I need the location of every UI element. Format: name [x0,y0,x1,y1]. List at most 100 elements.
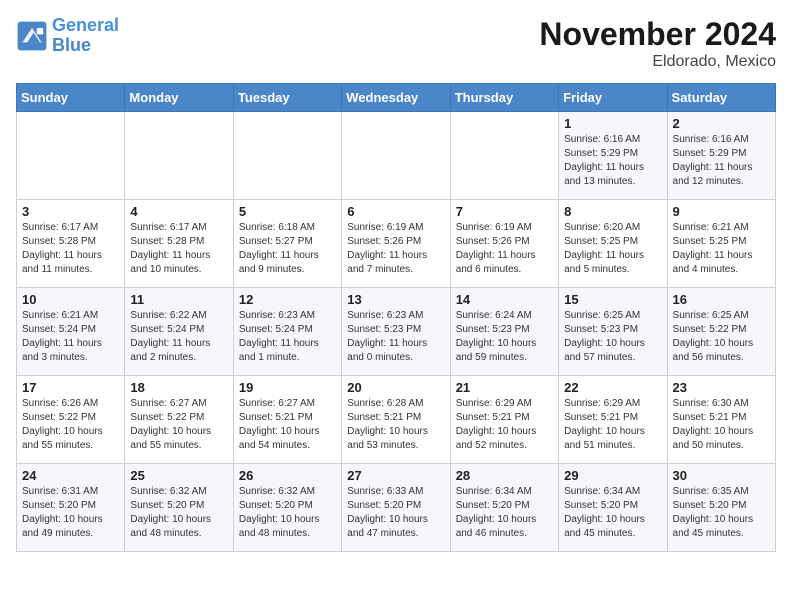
day-info: Sunrise: 6:32 AM Sunset: 5:20 PM Dayligh… [130,485,227,541]
day-info: Sunrise: 6:23 AM Sunset: 5:24 PM Dayligh… [239,309,336,365]
calendar-cell: 28 Sunrise: 6:34 AM Sunset: 5:20 PM Dayli… [450,464,558,552]
day-number: 27 [347,468,444,483]
day-number: 9 [673,204,770,219]
calendar-cell: 30 Sunrise: 6:35 AM Sunset: 5:20 PM Dayli… [667,464,775,552]
day-info: Sunrise: 6:32 AM Sunset: 5:20 PM Dayligh… [239,485,336,541]
day-number: 8 [564,204,661,219]
day-number: 4 [130,204,227,219]
day-info: Sunrise: 6:16 AM Sunset: 5:29 PM Dayligh… [673,133,770,189]
day-info: Sunrise: 6:34 AM Sunset: 5:20 PM Dayligh… [456,485,553,541]
calendar-cell: 7Sunrise: 6:19 AM Sunset: 5:26 PM Daylig… [450,200,558,288]
day-info: Sunrise: 6:18 AM Sunset: 5:27 PM Dayligh… [239,221,336,277]
calendar-cell: 16Sunrise: 6:25 AM Sunset: 5:22 PM Dayli… [667,288,775,376]
calendar-cell: 12 Sunrise: 6:23 AM Sunset: 5:24 PM Dayli… [233,288,341,376]
calendar-cell: 14Sunrise: 6:24 AM Sunset: 5:23 PM Dayli… [450,288,558,376]
day-number: 2 [673,116,770,131]
calendar-cell [342,112,450,200]
day-number: 25 [130,468,227,483]
day-number: 5 [239,204,336,219]
calendar-cell: 10 Sunrise: 6:21 AM Sunset: 5:24 PM Dayli… [17,288,125,376]
calendar-cell: 2 Sunrise: 6:16 AM Sunset: 5:29 PM Daylig… [667,112,775,200]
weekday-header-friday: Friday [559,84,667,112]
day-info: Sunrise: 6:29 AM Sunset: 5:21 PM Dayligh… [564,397,661,453]
calendar-cell: 1 Sunrise: 6:16 AM Sunset: 5:29 PM Daylig… [559,112,667,200]
day-number: 3 [22,204,119,219]
day-number: 20 [347,380,444,395]
calendar-cell: 25 Sunrise: 6:32 AM Sunset: 5:20 PM Dayli… [125,464,233,552]
week-row-1: 1 Sunrise: 6:16 AM Sunset: 5:29 PM Daylig… [17,112,776,200]
weekday-header-thursday: Thursday [450,84,558,112]
day-number: 15 [564,292,661,307]
calendar-cell [17,112,125,200]
day-number: 10 [22,292,119,307]
day-number: 28 [456,468,553,483]
calendar-cell: 29Sunrise: 6:34 AM Sunset: 5:20 PM Dayli… [559,464,667,552]
day-number: 23 [673,380,770,395]
day-number: 17 [22,380,119,395]
day-info: Sunrise: 6:19 AM Sunset: 5:26 PM Dayligh… [347,221,444,277]
calendar-cell: 3 Sunrise: 6:17 AM Sunset: 5:28 PM Daylig… [17,200,125,288]
calendar-cell [125,112,233,200]
calendar-cell [450,112,558,200]
day-info: Sunrise: 6:23 AM Sunset: 5:23 PM Dayligh… [347,309,444,365]
calendar-cell: 21Sunrise: 6:29 AM Sunset: 5:21 PM Dayli… [450,376,558,464]
day-info: Sunrise: 6:35 AM Sunset: 5:20 PM Dayligh… [673,485,770,541]
day-number: 18 [130,380,227,395]
day-number: 6 [347,204,444,219]
calendar-cell: 4 Sunrise: 6:17 AM Sunset: 5:28 PM Daylig… [125,200,233,288]
calendar-table: SundayMondayTuesdayWednesdayThursdayFrid… [16,83,776,552]
week-row-2: 3 Sunrise: 6:17 AM Sunset: 5:28 PM Daylig… [17,200,776,288]
day-number: 12 [239,292,336,307]
week-row-5: 24Sunrise: 6:31 AM Sunset: 5:20 PM Dayli… [17,464,776,552]
calendar-cell: 11 Sunrise: 6:22 AM Sunset: 5:24 PM Dayli… [125,288,233,376]
calendar-cell: 26 Sunrise: 6:32 AM Sunset: 5:20 PM Dayli… [233,464,341,552]
day-number: 11 [130,292,227,307]
calendar-cell: 9 Sunrise: 6:21 AM Sunset: 5:25 PM Daylig… [667,200,775,288]
day-info: Sunrise: 6:27 AM Sunset: 5:22 PM Dayligh… [130,397,227,453]
calendar-cell: 22 Sunrise: 6:29 AM Sunset: 5:21 PM Dayli… [559,376,667,464]
calendar-cell: 19 Sunrise: 6:27 AM Sunset: 5:21 PM Dayli… [233,376,341,464]
day-number: 30 [673,468,770,483]
calendar-cell [233,112,341,200]
logo-line2: Blue [52,35,91,55]
day-info: Sunrise: 6:25 AM Sunset: 5:23 PM Dayligh… [564,309,661,365]
day-number: 14 [456,292,553,307]
title-area: November 2024 Eldorado, Mexico [539,16,776,71]
weekday-header-sunday: Sunday [17,84,125,112]
day-number: 1 [564,116,661,131]
calendar-cell: 24Sunrise: 6:31 AM Sunset: 5:20 PM Dayli… [17,464,125,552]
day-info: Sunrise: 6:21 AM Sunset: 5:24 PM Dayligh… [22,309,119,365]
calendar-cell: 8 Sunrise: 6:20 AM Sunset: 5:25 PM Daylig… [559,200,667,288]
location: Eldorado, Mexico [539,53,776,71]
weekday-header-saturday: Saturday [667,84,775,112]
day-number: 19 [239,380,336,395]
day-info: Sunrise: 6:27 AM Sunset: 5:21 PM Dayligh… [239,397,336,453]
week-row-3: 10 Sunrise: 6:21 AM Sunset: 5:24 PM Dayli… [17,288,776,376]
weekday-header-wednesday: Wednesday [342,84,450,112]
day-info: Sunrise: 6:17 AM Sunset: 5:28 PM Dayligh… [22,221,119,277]
day-number: 16 [673,292,770,307]
calendar-body: 1 Sunrise: 6:16 AM Sunset: 5:29 PM Daylig… [17,112,776,552]
day-info: Sunrise: 6:26 AM Sunset: 5:22 PM Dayligh… [22,397,119,453]
day-number: 21 [456,380,553,395]
logo: General Blue [16,16,119,56]
day-info: Sunrise: 6:20 AM Sunset: 5:25 PM Dayligh… [564,221,661,277]
calendar-cell: 18 Sunrise: 6:27 AM Sunset: 5:22 PM Dayli… [125,376,233,464]
calendar-cell: 27Sunrise: 6:33 AM Sunset: 5:20 PM Dayli… [342,464,450,552]
day-info: Sunrise: 6:21 AM Sunset: 5:25 PM Dayligh… [673,221,770,277]
calendar-cell: 15 Sunrise: 6:25 AM Sunset: 5:23 PM Dayli… [559,288,667,376]
day-info: Sunrise: 6:16 AM Sunset: 5:29 PM Dayligh… [564,133,661,189]
day-info: Sunrise: 6:30 AM Sunset: 5:21 PM Dayligh… [673,397,770,453]
day-number: 26 [239,468,336,483]
logo-text: General Blue [52,16,119,56]
day-info: Sunrise: 6:22 AM Sunset: 5:24 PM Dayligh… [130,309,227,365]
day-info: Sunrise: 6:17 AM Sunset: 5:28 PM Dayligh… [130,221,227,277]
day-info: Sunrise: 6:19 AM Sunset: 5:26 PM Dayligh… [456,221,553,277]
day-number: 22 [564,380,661,395]
month-title: November 2024 [539,16,776,53]
weekday-header-tuesday: Tuesday [233,84,341,112]
day-info: Sunrise: 6:28 AM Sunset: 5:21 PM Dayligh… [347,397,444,453]
weekday-header-monday: Monday [125,84,233,112]
day-number: 13 [347,292,444,307]
day-info: Sunrise: 6:34 AM Sunset: 5:20 PM Dayligh… [564,485,661,541]
